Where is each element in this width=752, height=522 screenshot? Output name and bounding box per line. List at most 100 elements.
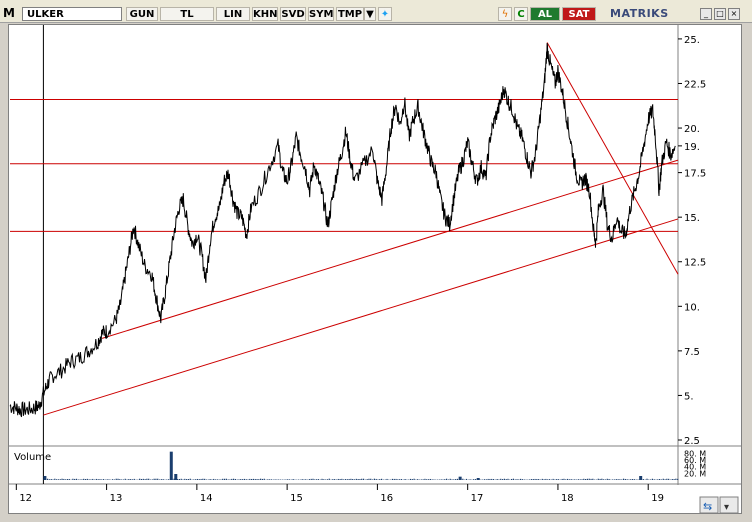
volume-bar [362,478,365,480]
volume-bar [630,479,632,480]
volume-tick-label: 20. M [684,469,706,478]
volume-bar [314,479,316,480]
volume-bar [84,479,87,480]
volume-bar [456,478,459,480]
trend-line[interactable] [43,218,679,416]
volume-bar [426,479,428,480]
volume-bar [140,478,143,480]
volume-bar [317,479,320,480]
volume-bar [529,479,531,480]
volume-bar [532,479,534,480]
volume-bar [628,479,630,480]
volume-bar [139,478,141,480]
volume-bar [635,479,637,480]
volume-bar [209,479,211,480]
volume-bar [267,479,269,480]
volume-bar [370,478,372,480]
volume-bar [355,478,357,480]
volume-bar [371,479,374,480]
volume-bar [352,479,354,480]
volume-bar [496,479,498,480]
volume-bar [579,479,581,480]
volume-bar [350,478,352,480]
volume-bar [74,478,76,480]
volume-bar [530,479,533,480]
volume-bar [420,479,422,480]
volume-bar [521,479,524,480]
volume-bar [231,478,233,480]
volume-bar [167,479,170,480]
volume-bar [453,479,455,480]
volume-bar [613,479,616,480]
volume-bar [126,479,128,480]
volume-bar [626,479,628,480]
volume-bar [146,478,148,480]
volume-bar [334,479,336,480]
price-chart[interactable]: 25. 22.5 20. 19. 17.5 15. 12.5 10. 7.5 5. 2.5 12 13… [0,0,752,522]
volume-bar [214,479,217,480]
volume-bar [366,479,368,480]
volume-bar [621,479,623,480]
volume-bar [263,478,265,480]
volume-bar [142,478,144,480]
volume-bar [59,479,61,480]
volume-bar [292,479,294,480]
volume-bar [651,478,654,480]
volume-bar [653,479,655,480]
volume-bar [361,478,363,480]
volume-bar [153,478,155,480]
volume-bar [240,479,242,480]
y-tick-label: 15. [684,213,700,224]
volume-bar [565,479,567,480]
volume-bar [487,478,489,480]
volume-bar [303,479,305,480]
volume-bar [554,479,556,480]
volume-bar [216,479,218,480]
volume-bar [622,478,625,480]
volume-bar [160,479,162,480]
volume-bar [72,478,74,480]
settings-icon[interactable]: ▾ [719,496,739,514]
volume-bar [612,479,614,480]
volume-bar [346,479,348,480]
volume-bar [431,479,433,480]
volume-bar [615,479,617,480]
volume-bar [108,479,110,480]
volume-bar [391,478,394,480]
volume-bar [198,479,200,480]
volume-bar [516,479,518,480]
trend-line[interactable] [101,159,679,339]
volume-bar [503,478,505,480]
volume-bar [518,479,520,480]
volume-bar [119,479,121,480]
volume-bar [637,479,639,480]
volume-bar [557,479,560,480]
volume-bar [563,478,565,480]
volume-bar [548,479,551,480]
volume-bar [218,479,220,480]
volume-bar [238,479,240,480]
volume-bar [251,478,253,480]
volume-bar [166,479,168,480]
volume-bar [92,478,94,480]
volume-bar [117,478,119,480]
volume-bar [465,478,468,480]
scroll-icon[interactable]: ⇆ [699,496,719,514]
volume-bar [260,478,262,480]
volume-bar [603,479,605,480]
volume-bar [288,479,291,480]
volume-bar [184,478,186,480]
volume-bar [357,479,359,480]
volume-bar [121,479,123,480]
volume-bar [379,479,381,480]
volume-bar [148,478,150,480]
volume-bar [75,478,78,480]
volume-bar [440,479,442,480]
volume-bar [321,478,323,480]
volume-bar [520,478,522,480]
volume-bar [507,478,509,480]
volume-bar [115,478,117,480]
volume-bar [339,479,341,480]
volume-bar [83,478,85,480]
volume-bar [619,479,621,480]
